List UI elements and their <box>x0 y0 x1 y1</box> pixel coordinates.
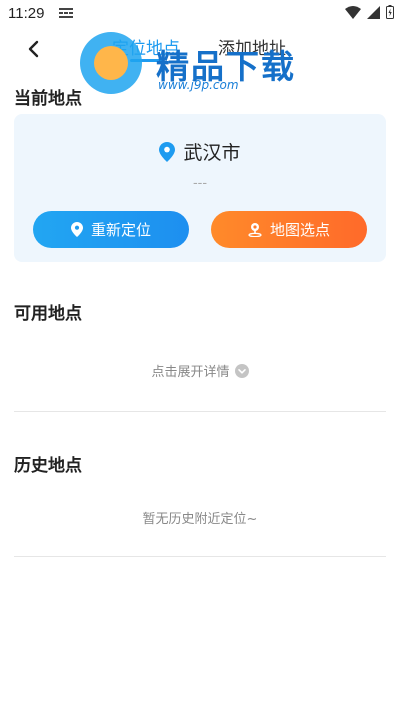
location-pin-icon <box>70 222 83 237</box>
map-pick-label: 地图选点 <box>269 221 330 239</box>
location-pin-icon <box>159 141 176 162</box>
map-pin-icon <box>248 223 262 237</box>
divider <box>14 411 386 412</box>
chevron-down-icon <box>234 363 249 378</box>
status-time: 11:29 <box>8 5 45 22</box>
status-bar: 11:29 <box>0 0 400 28</box>
current-location-card: 武汉市 --- 重新定位 地图选点 <box>14 114 386 262</box>
history-empty-text: 暂无历史附近定位~ <box>142 512 258 527</box>
notification-icon <box>59 8 73 18</box>
wifi-icon <box>345 5 361 19</box>
city-name: 武汉市 <box>183 142 241 164</box>
signal-icon <box>367 5 380 19</box>
page: 11:29 定位地点 添加地址 精品下载 www.j9p.com 当前地点 武汉… <box>0 0 400 712</box>
current-location-title: 当前地点 <box>14 89 82 109</box>
tab-locate[interactable]: 定位地点 <box>112 34 180 59</box>
expand-details-button[interactable]: 点击展开详情 <box>0 361 400 380</box>
watermark-url: www.j9p.com <box>158 78 239 92</box>
address-text: --- <box>192 176 208 191</box>
tab-add-address[interactable]: 添加地址 <box>218 34 286 59</box>
relocate-label: 重新定位 <box>90 221 151 239</box>
map-pick-button[interactable]: 地图选点 <box>211 211 367 248</box>
battery-icon <box>386 5 394 19</box>
divider <box>14 556 386 557</box>
header: 定位地点 添加地址 <box>0 28 400 72</box>
tab-underline <box>130 59 164 62</box>
city-row: 武汉市 <box>14 138 386 165</box>
status-icons <box>345 5 394 19</box>
relocate-button[interactable]: 重新定位 <box>33 211 189 248</box>
history-locations-title: 历史地点 <box>14 456 82 476</box>
back-arrow-icon <box>28 40 39 58</box>
available-locations-title: 可用地点 <box>14 304 82 324</box>
back-button[interactable] <box>18 34 48 64</box>
expand-details-label: 点击展开详情 <box>151 365 230 380</box>
